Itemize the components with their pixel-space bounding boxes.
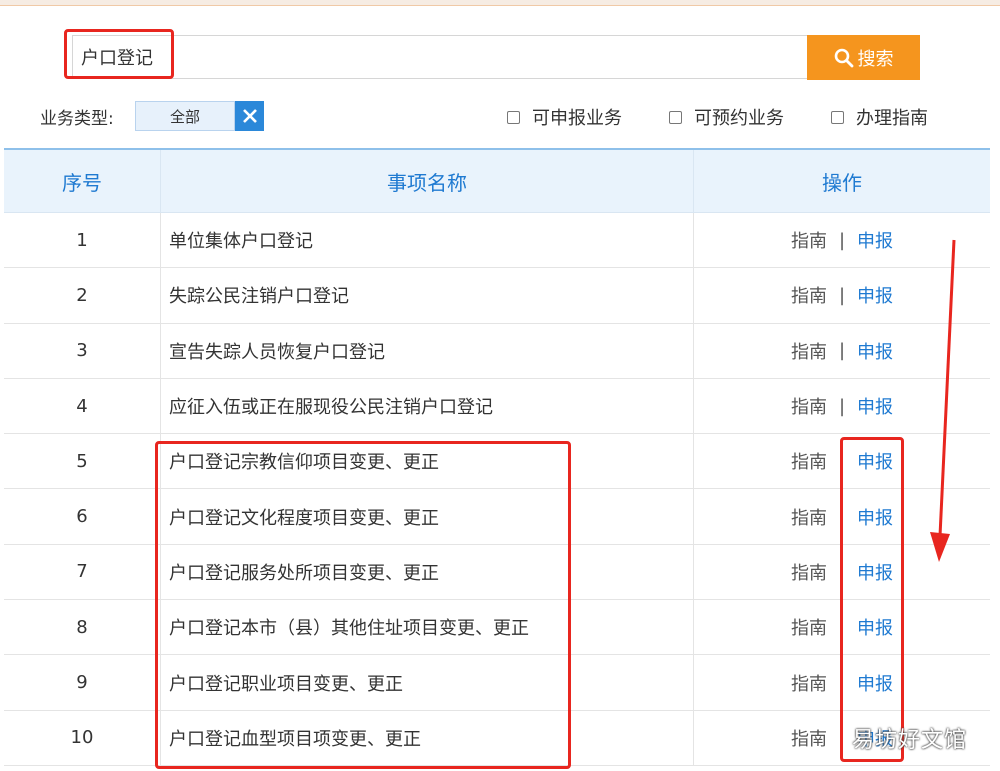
guide-link[interactable]: 指南 bbox=[791, 670, 827, 696]
guide-link[interactable]: 指南 bbox=[791, 338, 827, 364]
row-item-name: 户口登记宗教信仰项目变更、更正 bbox=[161, 434, 694, 489]
action-separator: | bbox=[838, 727, 846, 749]
apply-link[interactable]: 申报 bbox=[857, 282, 893, 308]
table-row: 8 户口登记本市（县）其他住址项目变更、更正 指南 | 申报 bbox=[4, 600, 990, 656]
row-item-name: 失踪公民注销户口登记 bbox=[161, 268, 694, 323]
action-separator: | bbox=[838, 229, 846, 251]
row-serial: 3 bbox=[4, 323, 161, 378]
action-separator: | bbox=[838, 672, 846, 694]
action-separator: | bbox=[838, 506, 846, 528]
row-item-name: 户口登记服务处所项目变更、更正 bbox=[161, 544, 694, 600]
apply-link[interactable]: 申报 bbox=[857, 338, 893, 364]
row-serial: 8 bbox=[4, 600, 161, 655]
row-actions: 指南 | 申报 bbox=[694, 600, 990, 654]
row-serial: 4 bbox=[4, 378, 161, 434]
checkbox-label: 办理指南 bbox=[856, 108, 928, 129]
apply-link[interactable]: 申报 bbox=[857, 393, 893, 419]
row-item-name: 户口登记文化程度项目变更、更正 bbox=[161, 489, 694, 544]
row-serial: 5 bbox=[4, 434, 161, 489]
guide-link[interactable]: 指南 bbox=[791, 614, 827, 640]
header-actions: 操作 bbox=[822, 170, 862, 195]
guide-link[interactable]: 指南 bbox=[791, 504, 827, 530]
table-row: 3 宣告失踪人员恢复户口登记 指南 | 申报 bbox=[4, 323, 990, 379]
action-separator: | bbox=[838, 616, 846, 638]
row-item-name: 单位集体户口登记 bbox=[161, 213, 694, 268]
business-type-select[interactable]: 全部 bbox=[135, 101, 235, 131]
apply-link[interactable]: 申报 bbox=[857, 614, 893, 640]
checkbox-box[interactable] bbox=[831, 110, 844, 124]
top-divider bbox=[0, 0, 1000, 6]
guide-link[interactable]: 指南 bbox=[791, 227, 827, 253]
table-row: 9 户口登记职业项目变更、更正 指南 | 申报 bbox=[4, 655, 990, 711]
checkbox-bookable[interactable]: 可预约业务 bbox=[669, 104, 784, 130]
search-icon bbox=[834, 48, 853, 67]
action-separator: | bbox=[838, 284, 846, 306]
row-serial: 9 bbox=[4, 655, 161, 710]
checkbox-box[interactable] bbox=[507, 110, 520, 124]
clear-type-button[interactable] bbox=[235, 101, 264, 131]
apply-link[interactable]: 申报 bbox=[857, 227, 893, 253]
business-type-label: 业务类型: bbox=[40, 109, 114, 129]
apply-link[interactable]: 申报 bbox=[857, 559, 893, 585]
search-button-label: 搜索 bbox=[857, 48, 894, 70]
row-serial: 6 bbox=[4, 489, 161, 544]
checkbox-declarable[interactable]: 可申报业务 bbox=[507, 104, 622, 130]
apply-link[interactable]: 申报 bbox=[857, 670, 893, 696]
guide-link[interactable]: 指南 bbox=[791, 282, 827, 308]
row-item-name: 户口登记本市（县）其他住址项目变更、更正 bbox=[161, 600, 694, 655]
row-serial: 7 bbox=[4, 544, 161, 600]
table-row: 1 单位集体户口登记 指南 | 申报 bbox=[4, 213, 990, 269]
row-item-name: 户口登记血型项目项变更、更正 bbox=[161, 710, 694, 765]
guide-link[interactable]: 指南 bbox=[791, 559, 827, 585]
table-row: 5 户口登记宗教信仰项目变更、更正 指南 | 申报 bbox=[4, 434, 990, 490]
action-separator: | bbox=[838, 561, 846, 583]
row-item-name: 应征入伍或正在服现役公民注销户口登记 bbox=[161, 378, 694, 434]
apply-link[interactable]: 申报 bbox=[857, 448, 893, 474]
search-field[interactable] bbox=[72, 35, 810, 79]
action-separator: | bbox=[838, 395, 846, 417]
arrow-down-icon bbox=[930, 239, 956, 562]
checkbox-guide[interactable]: 办理指南 bbox=[831, 104, 928, 130]
row-item-name: 宣告失踪人员恢复户口登记 bbox=[161, 323, 694, 378]
row-actions: 指南 | 申报 bbox=[694, 655, 990, 709]
table-row: 10 户口登记血型项目项变更、更正 指南 | 申报 bbox=[4, 710, 990, 766]
row-serial: 10 bbox=[4, 710, 161, 765]
items-table: 序号 事项名称 操作 1 单位集体户口登记 指南 | 申报 2 失踪公民注销户口登记 指南 | 申… bbox=[4, 148, 990, 766]
row-item-name: 户口登记职业项目变更、更正 bbox=[161, 655, 694, 710]
apply-link[interactable]: 申报 bbox=[857, 504, 893, 530]
checkbox-label: 可申报业务 bbox=[532, 108, 622, 129]
guide-link[interactable]: 指南 bbox=[791, 725, 827, 751]
table-header: 序号 事项名称 操作 bbox=[4, 150, 990, 213]
guide-link[interactable]: 指南 bbox=[791, 448, 827, 474]
business-type-value: 全部 bbox=[169, 107, 200, 126]
row-serial: 2 bbox=[4, 268, 161, 323]
table-row: 6 户口登记文化程度项目变更、更正 指南 | 申报 bbox=[4, 489, 990, 545]
action-separator: | bbox=[838, 450, 846, 472]
checkbox-box[interactable] bbox=[669, 110, 682, 124]
checkbox-label: 可预约业务 bbox=[694, 108, 784, 129]
watermark: 易坊好文馆 bbox=[852, 728, 968, 753]
header-item-name: 事项名称 bbox=[161, 150, 694, 212]
table-row: 7 户口登记服务处所项目变更、更正 指南 | 申报 bbox=[4, 544, 990, 601]
table-row: 2 失踪公民注销户口登记 指南 | 申报 bbox=[4, 268, 990, 324]
search-button[interactable]: 搜索 bbox=[807, 35, 920, 80]
header-serial: 序号 bbox=[4, 150, 161, 212]
close-icon bbox=[242, 109, 257, 123]
action-separator: | bbox=[838, 340, 846, 362]
row-serial: 1 bbox=[4, 213, 161, 268]
table-body: 1 单位集体户口登记 指南 | 申报 2 失踪公民注销户口登记 指南 | 申报 3 宣告失踪人员恢复户… bbox=[4, 213, 990, 766]
guide-link[interactable]: 指南 bbox=[791, 393, 827, 419]
search-input[interactable] bbox=[73, 36, 809, 78]
table-row: 4 应征入伍或正在服现役公民注销户口登记 指南 | 申报 bbox=[4, 378, 990, 435]
